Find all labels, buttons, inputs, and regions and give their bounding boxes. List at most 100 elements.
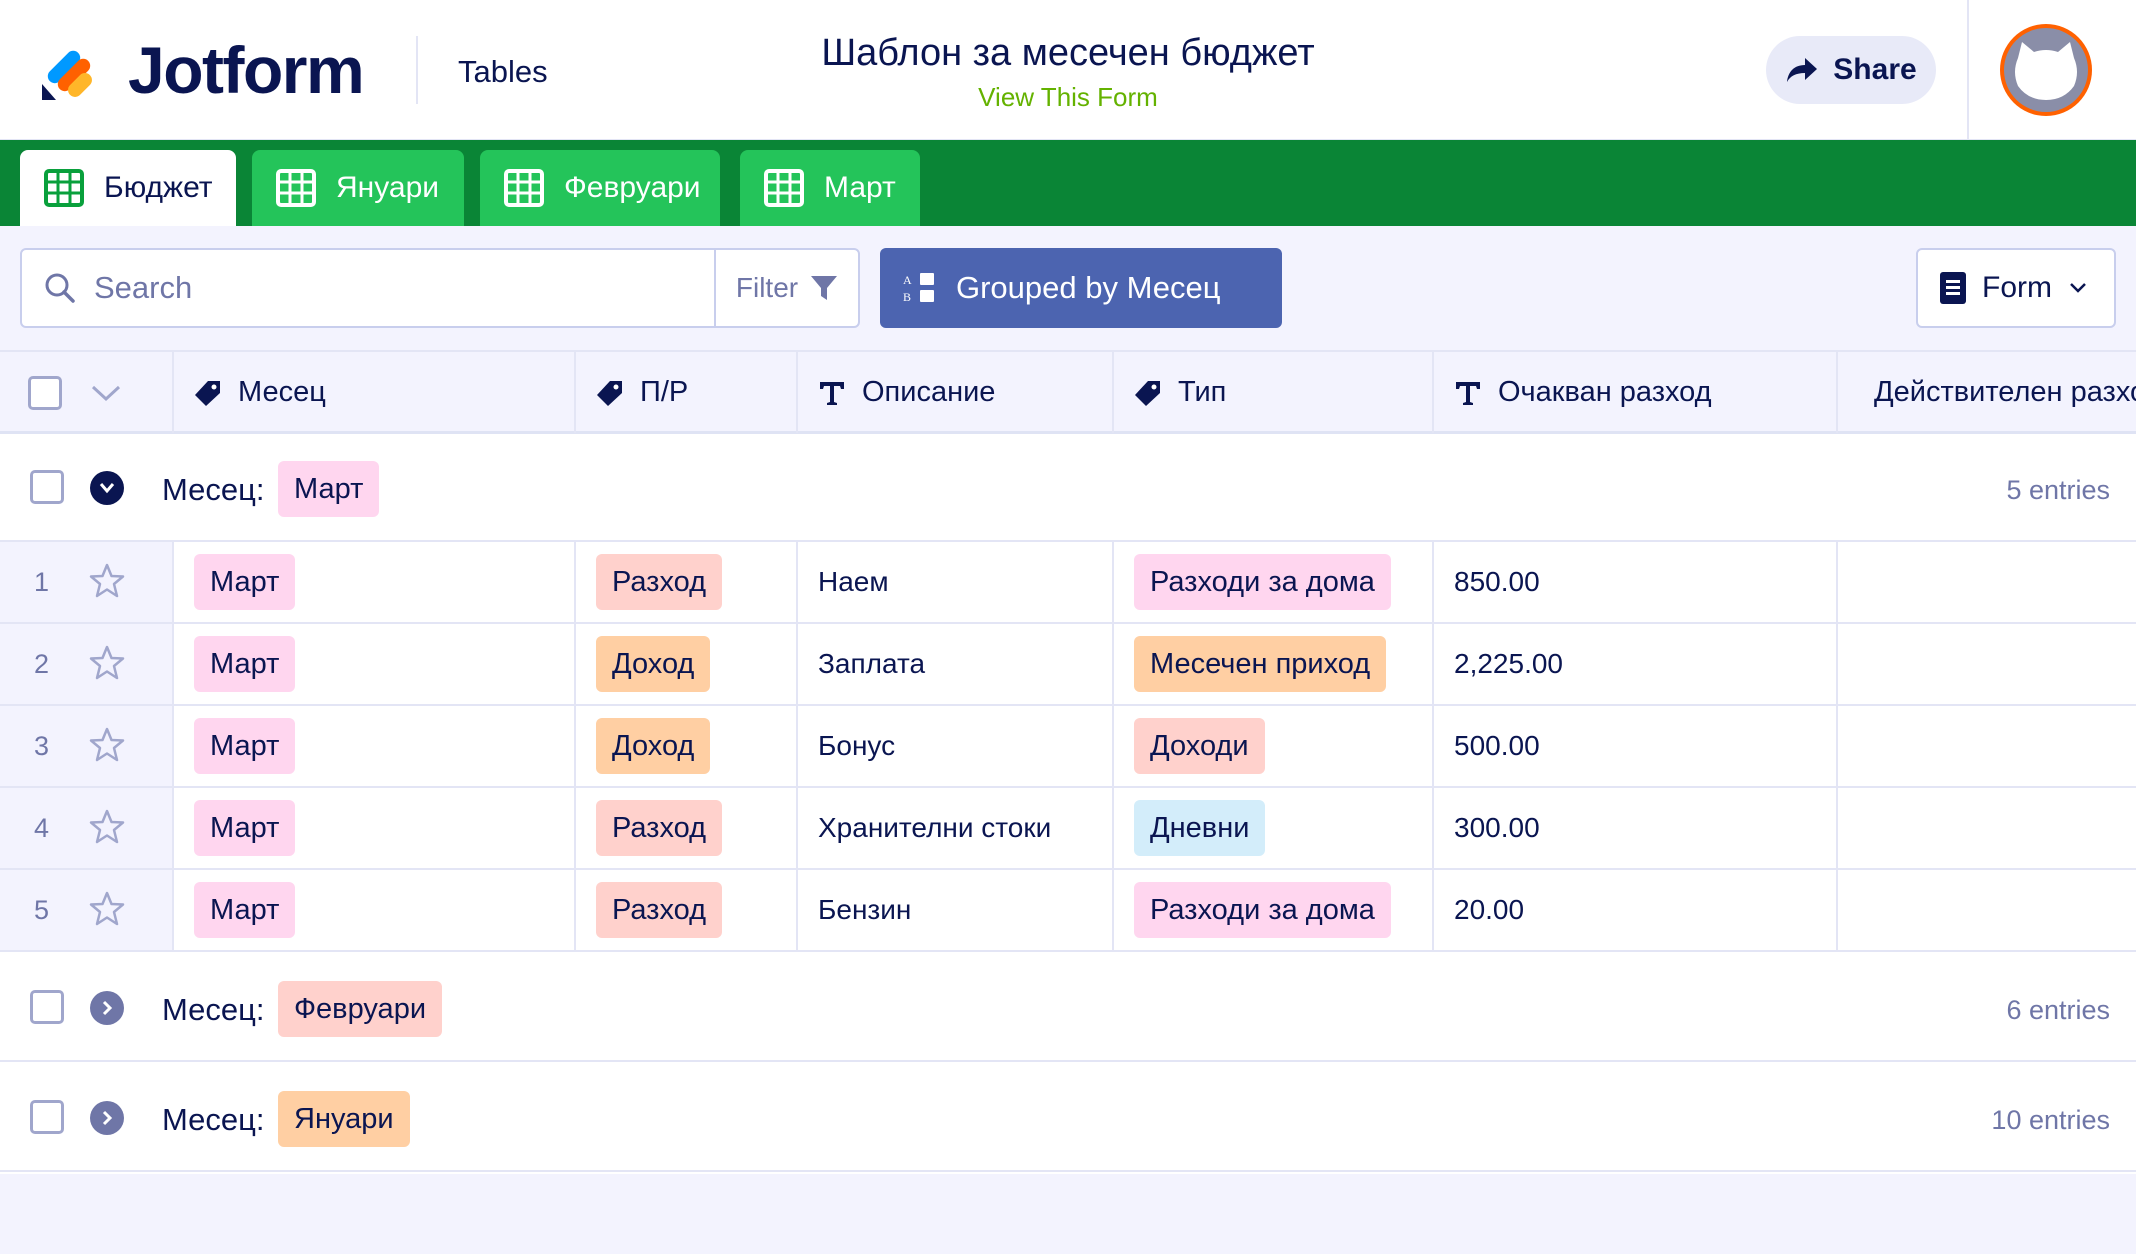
group-row-january[interactable]: Месец: Януари 10 entries [0, 1064, 2136, 1172]
select-all-checkbox[interactable] [28, 375, 62, 410]
cell-actual[interactable] [1838, 624, 2136, 704]
form-document-icon [1940, 272, 1966, 304]
column-header-pr[interactable]: П/Р [576, 352, 798, 433]
cell-type[interactable]: Месечен приход [1114, 624, 1434, 704]
column-header-description[interactable]: Описание [798, 352, 1114, 433]
tables-link[interactable]: Tables [458, 52, 548, 92]
cell-type[interactable]: Доходи [1114, 706, 1434, 786]
cell-month[interactable]: Март [174, 624, 576, 704]
column-header-actual[interactable]: Действителен разход [1838, 352, 2136, 433]
type-tag: Месечен приход [1134, 636, 1387, 692]
page-title: Шаблон за месечен бюджет [821, 32, 1315, 74]
star-icon[interactable] [88, 644, 126, 682]
group-expand-toggle[interactable] [90, 991, 124, 1025]
cell-description[interactable]: Наем [798, 542, 1114, 622]
group-checkbox[interactable] [30, 470, 64, 504]
share-button[interactable]: Share [1766, 36, 1936, 104]
cell-actual[interactable] [1838, 706, 2136, 786]
cell-month[interactable]: Март [174, 706, 576, 786]
cell-type[interactable]: Разходи за дома [1114, 870, 1434, 950]
month-tag: Март [194, 882, 296, 938]
group-collapse-toggle[interactable] [90, 471, 124, 505]
table-header-row: Месец П/Р Описание Тип Очакван разход Де… [0, 350, 2136, 434]
cell-pr[interactable]: Доход [576, 706, 798, 786]
cell-expected[interactable]: 850.00 [1434, 542, 1838, 622]
tab-label: Януари [336, 171, 440, 204]
column-header-month[interactable]: Месец [174, 352, 576, 433]
column-header-expected[interactable]: Очакван разход [1434, 352, 1838, 433]
column-label: Тип [1178, 376, 1227, 408]
cell-description[interactable]: Бензин [798, 870, 1114, 950]
tab-february[interactable]: Февруари [480, 150, 720, 226]
cell-pr[interactable]: Разход [576, 788, 798, 868]
jotform-logo-icon[interactable] [40, 38, 100, 102]
filter-button[interactable]: Filter [714, 248, 860, 328]
group-row-february[interactable]: Месец: Февруари 6 entries [0, 954, 2136, 1062]
column-label: П/Р [640, 376, 689, 408]
cell-pr[interactable]: Разход [576, 542, 798, 622]
table-row[interactable]: 2 Март Доход Заплата Месечен приход 2,22… [0, 624, 2136, 706]
table-row[interactable]: 3 Март Доход Бонус Доходи 500.00 [0, 706, 2136, 788]
star-icon[interactable] [88, 562, 126, 600]
star-icon[interactable] [88, 890, 126, 928]
pr-tag: Разход [596, 554, 723, 610]
group-row-march[interactable]: Месец: Март 5 entries [0, 434, 2136, 542]
cell-actual[interactable] [1838, 788, 2136, 868]
tag-icon [195, 380, 220, 406]
pr-tag: Разход [596, 882, 723, 938]
tab-march[interactable]: Март [740, 150, 920, 226]
group-entry-count: 6 entries [2006, 995, 2110, 1025]
group-checkbox[interactable] [30, 990, 64, 1024]
view-form-link[interactable]: View This Form [700, 80, 1436, 114]
cell-expected[interactable]: 500.00 [1434, 706, 1838, 786]
column-label: Очакван разход [1498, 376, 1712, 408]
row-number-cell: 3 [0, 706, 174, 786]
tag-icon [1135, 380, 1160, 406]
group-checkbox[interactable] [30, 1100, 64, 1134]
cell-month[interactable]: Март [174, 870, 576, 950]
chevron-down-icon[interactable] [90, 383, 122, 403]
column-header-type[interactable]: Тип [1114, 352, 1434, 433]
brand-name[interactable]: Jotform [128, 32, 365, 108]
cell-expected[interactable]: 300.00 [1434, 788, 1838, 868]
star-icon[interactable] [88, 726, 126, 764]
cell-description[interactable]: Бонус [798, 706, 1114, 786]
avatar[interactable] [2000, 24, 2092, 116]
cell-month[interactable]: Март [174, 542, 576, 622]
form-view-dropdown[interactable]: Form [1916, 248, 2116, 328]
table-row[interactable]: 1 Март Разход Наем Разходи за дома 850.0… [0, 542, 2136, 624]
cell-month[interactable]: Март [174, 788, 576, 868]
cell-expected[interactable]: 20.00 [1434, 870, 1838, 950]
star-icon[interactable] [88, 808, 126, 846]
cell-actual[interactable] [1838, 542, 2136, 622]
chevron-right-icon [102, 1110, 113, 1126]
table-grid-icon [504, 169, 544, 207]
row-number-cell: 4 [0, 788, 174, 868]
cell-pr[interactable]: Разход [576, 870, 798, 950]
table-row[interactable]: 5 Март Разход Бензин Разходи за дома 20.… [0, 870, 2136, 952]
search-input[interactable] [94, 270, 654, 306]
cell-expected[interactable]: 2,225.00 [1434, 624, 1838, 704]
cell-description[interactable]: Заплата [798, 624, 1114, 704]
group-sort-icon: A B [903, 273, 934, 304]
pr-tag: Разход [596, 800, 723, 856]
cell-description[interactable]: Хранителни стоки [798, 788, 1114, 868]
cell-type[interactable]: Разходи за дома [1114, 542, 1434, 622]
cell-actual[interactable] [1838, 870, 2136, 950]
group-expand-toggle[interactable] [90, 1101, 124, 1135]
group-by-button[interactable]: A B Grouped by Месец [880, 248, 1282, 328]
table-row[interactable]: 4 Март Разход Хранителни стоки Дневни 30… [0, 788, 2136, 870]
group-by-label: Grouped by Месец [956, 270, 1221, 305]
chevron-down-icon [99, 483, 115, 494]
month-tag: Март [194, 800, 296, 856]
header-divider-right [1967, 0, 1969, 140]
month-tag: Март [194, 718, 296, 774]
tab-label: Март [824, 171, 896, 204]
tab-january[interactable]: Януари [252, 150, 464, 226]
cell-type[interactable]: Дневни [1114, 788, 1434, 868]
pr-tag: Доход [596, 718, 711, 774]
tab-budget[interactable]: Бюджет [20, 150, 236, 226]
header-divider [416, 36, 418, 104]
chevron-right-icon [102, 1000, 113, 1016]
cell-pr[interactable]: Доход [576, 624, 798, 704]
